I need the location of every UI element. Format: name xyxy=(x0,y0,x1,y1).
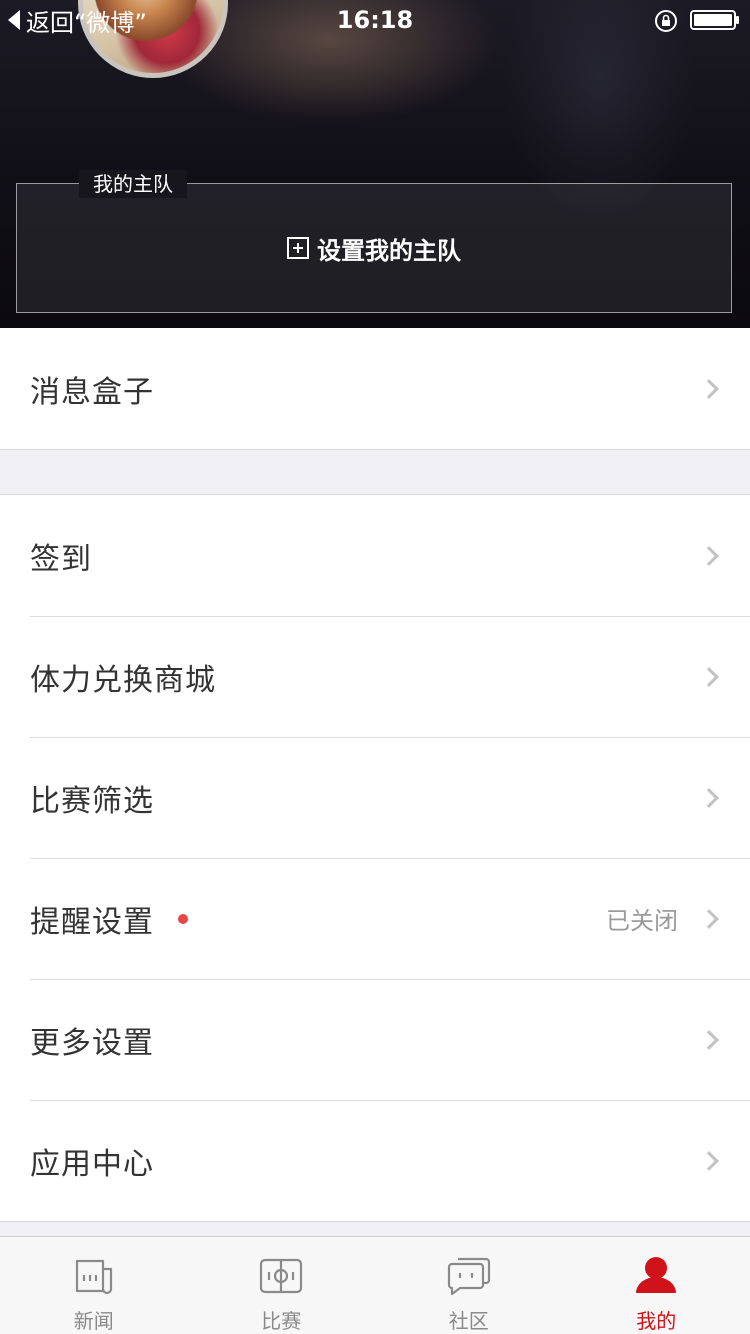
chevron-right-icon xyxy=(699,908,719,929)
set-team-label: 设置我的主队 xyxy=(317,236,461,265)
tab-profile[interactable]: 我的 xyxy=(563,1237,750,1334)
my-team-box: 我的主队 设置我的主队 xyxy=(16,170,732,313)
rotation-lock-icon xyxy=(655,10,677,32)
menu-item-match-filter[interactable]: 比赛筛选 xyxy=(0,737,750,858)
chevron-right-icon xyxy=(699,1150,719,1171)
tab-label: 新闻 xyxy=(73,1309,114,1333)
menu-item-label: 消息盒子 xyxy=(30,374,154,410)
back-label: 返回“微博” xyxy=(26,8,147,37)
set-team-button[interactable]: 设置我的主队 xyxy=(17,184,731,312)
tab-match[interactable]: 比赛 xyxy=(188,1237,376,1334)
back-to-weibo-button[interactable]: 返回“微博” xyxy=(8,4,147,37)
menu-item-stamina-shop[interactable]: 体力兑换商城 xyxy=(0,616,750,737)
chevron-right-icon xyxy=(699,378,719,399)
menu-item-more-settings[interactable]: 更多设置 xyxy=(0,979,750,1100)
match-icon xyxy=(260,1258,303,1294)
menu-group-messages: 消息盒子 xyxy=(0,328,750,450)
chevron-right-icon xyxy=(699,545,719,566)
profile-header: 返回“微博” 16:18 我的主队 设置我的主队 xyxy=(0,0,750,328)
chevron-right-icon xyxy=(699,1029,719,1050)
menu-group-settings: 签到 体力兑换商城 比赛筛选 提醒设置 已关闭 更多设置 应用中心 xyxy=(0,494,750,1222)
tab-label: 比赛 xyxy=(261,1309,302,1333)
chevron-right-icon xyxy=(699,787,719,808)
community-icon xyxy=(447,1257,490,1296)
menu-item-app-center[interactable]: 应用中心 xyxy=(0,1100,750,1221)
tab-label: 社区 xyxy=(448,1309,489,1333)
menu-item-message-box[interactable]: 消息盒子 xyxy=(0,328,750,449)
status-bar: 返回“微博” 16:18 xyxy=(0,0,750,40)
menu-item-label: 签到 xyxy=(30,541,92,577)
menu-item-reminder-settings[interactable]: 提醒设置 已关闭 xyxy=(0,858,750,979)
menu-item-label: 更多设置 xyxy=(30,1025,154,1061)
plus-box-icon xyxy=(287,237,309,259)
tab-label: 我的 xyxy=(636,1309,677,1333)
tab-bar: 新闻 比赛 社区 我的 xyxy=(0,1236,750,1334)
reminder-status: 已关闭 xyxy=(606,907,678,935)
battery-icon xyxy=(690,10,739,30)
menu-item-label: 提醒设置 xyxy=(30,904,154,940)
tab-community[interactable]: 社区 xyxy=(375,1237,563,1334)
profile-icon xyxy=(636,1257,677,1293)
menu-item-check-in[interactable]: 签到 xyxy=(0,495,750,616)
notification-dot xyxy=(178,913,188,924)
news-icon xyxy=(75,1259,112,1295)
menu-item-label: 比赛筛选 xyxy=(30,783,154,819)
menu-item-label: 体力兑换商城 xyxy=(30,662,216,698)
tab-news[interactable]: 新闻 xyxy=(0,1237,188,1334)
menu-item-label: 应用中心 xyxy=(30,1146,154,1182)
chevron-right-icon xyxy=(699,666,719,687)
